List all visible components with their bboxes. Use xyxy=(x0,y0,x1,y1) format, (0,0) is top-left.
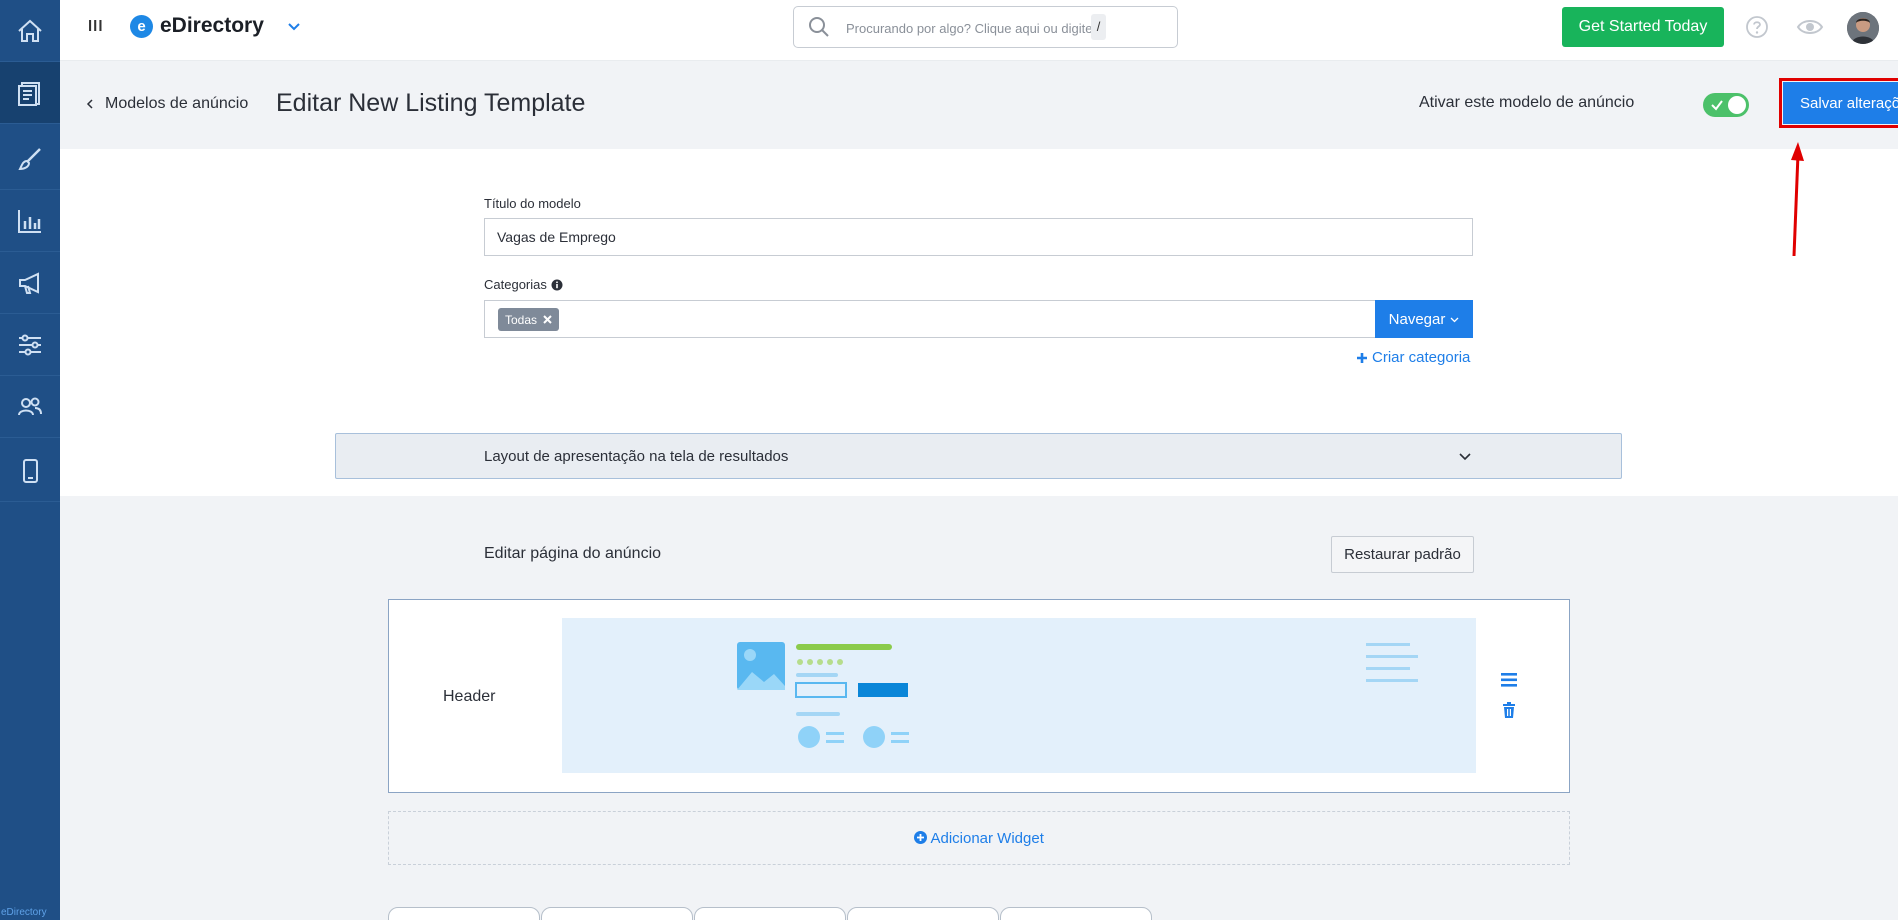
annotation-arrow xyxy=(1791,142,1804,257)
search-input[interactable]: Procurando por algo? Clique aqui ou digi… xyxy=(793,6,1178,48)
restore-default-button[interactable]: Restaurar padrão xyxy=(1331,536,1474,573)
search-shortcut-key: / xyxy=(1091,14,1106,40)
add-widget-button[interactable]: Adicionar Widget xyxy=(389,830,1569,847)
check-icon xyxy=(1711,100,1723,111)
get-started-button[interactable]: Get Started Today xyxy=(1562,7,1724,47)
trash-icon[interactable] xyxy=(1502,702,1516,718)
chevron-down-icon[interactable] xyxy=(286,18,302,34)
edit-page-label: Editar página do anúncio xyxy=(484,545,662,562)
search-icon xyxy=(809,17,829,37)
sidebar-footer-brand: eDirectory xyxy=(1,907,47,918)
sidebar-item-listings[interactable] xyxy=(0,62,60,124)
create-category-link[interactable]: Criar categoria xyxy=(1356,349,1470,366)
template-title-field[interactable]: Vagas de Emprego xyxy=(484,218,1473,256)
header-widget[interactable]: Header xyxy=(388,599,1570,793)
back-link[interactable]: Modelos de anúncio xyxy=(85,95,248,113)
save-changes-button[interactable]: Salvar alterações xyxy=(1779,78,1898,128)
chevron-left-icon xyxy=(86,99,93,109)
brand-logo[interactable]: e eDirectory xyxy=(130,14,264,38)
logo-mark: e xyxy=(130,14,153,38)
plus-circle-icon xyxy=(914,831,928,844)
browse-label: Navegar xyxy=(1388,310,1446,328)
user-avatar-icon xyxy=(1847,12,1879,44)
sliders-icon xyxy=(19,334,41,355)
sidebar-item-design[interactable] xyxy=(0,128,60,190)
remove-tag-icon[interactable] xyxy=(543,315,552,324)
sidebar-item-promotions[interactable] xyxy=(0,252,60,314)
sidebar-item-home[interactable] xyxy=(0,0,60,62)
bottom-tab-5[interactable] xyxy=(1000,907,1152,920)
back-link-label: Modelos de anúncio xyxy=(105,95,249,112)
categories-field-label: Categorias xyxy=(484,277,547,292)
menu-toggle-icon[interactable]: lll xyxy=(88,18,104,35)
users-icon xyxy=(18,397,42,415)
browse-categories-button[interactable]: Navegar xyxy=(1375,300,1473,338)
category-tag[interactable]: Todas xyxy=(498,308,560,331)
sidebar-item-reports[interactable] xyxy=(0,190,60,252)
plus-icon xyxy=(1357,352,1367,363)
page-title: Editar New Listing Template xyxy=(276,89,586,117)
sidebar: eDirectory xyxy=(0,0,60,920)
drag-handle-icon[interactable] xyxy=(1501,673,1517,687)
add-widget-area[interactable]: Adicionar Widget xyxy=(388,811,1570,865)
title-field-label: Título do modelo xyxy=(484,196,581,211)
results-layout-accordion[interactable]: Layout de apresentação na tela de result… xyxy=(335,433,1622,479)
chevron-down-icon xyxy=(1450,317,1459,322)
sidebar-item-settings[interactable] xyxy=(0,314,60,376)
toggle-knob xyxy=(1728,96,1746,114)
chevron-down-icon xyxy=(1459,453,1471,461)
logo-text: eDirectory xyxy=(160,14,264,37)
bottom-tab-3[interactable] xyxy=(694,907,846,920)
help-icon[interactable] xyxy=(1745,15,1769,39)
megaphone-icon xyxy=(19,271,39,294)
sidebar-item-mobile[interactable] xyxy=(0,440,60,502)
category-tag-label: Todas xyxy=(505,312,538,327)
search-placeholder: Procurando por algo? Clique aqui ou digi… xyxy=(846,21,1093,36)
template-title-value: Vagas de Emprego xyxy=(497,229,616,245)
widget-label: Header xyxy=(443,688,496,705)
accordion-label: Layout de apresentação na tela de result… xyxy=(484,448,789,465)
brush-icon xyxy=(18,147,41,170)
bottom-tab-4[interactable] xyxy=(847,907,999,920)
bottom-tab-1[interactable] xyxy=(388,907,540,920)
bottom-tab-2[interactable] xyxy=(541,907,693,920)
header-preview-illustration xyxy=(737,642,1418,748)
info-icon[interactable] xyxy=(551,279,563,291)
chart-icon xyxy=(18,209,41,233)
sidebar-item-users[interactable] xyxy=(0,376,60,438)
create-category-label: Criar categoria xyxy=(1372,349,1471,366)
page-header: Modelos de anúncio Editar New Listing Te… xyxy=(60,61,1898,149)
categories-field[interactable]: Todas xyxy=(484,300,1376,338)
topbar: lll e eDirectory Procurando por algo? Cl… xyxy=(60,0,1898,61)
preview-eye-icon[interactable] xyxy=(1796,15,1824,39)
activate-template-toggle[interactable] xyxy=(1703,93,1749,117)
listings-icon xyxy=(18,81,40,106)
categories-label-wrap: Categorias xyxy=(484,277,563,292)
widget-preview xyxy=(562,618,1476,773)
home-icon xyxy=(18,19,42,42)
avatar[interactable] xyxy=(1847,12,1879,44)
mobile-icon xyxy=(23,458,38,483)
add-widget-label: Adicionar Widget xyxy=(930,830,1044,847)
activate-toggle-label: Ativar este modelo de anúncio xyxy=(1419,94,1635,111)
